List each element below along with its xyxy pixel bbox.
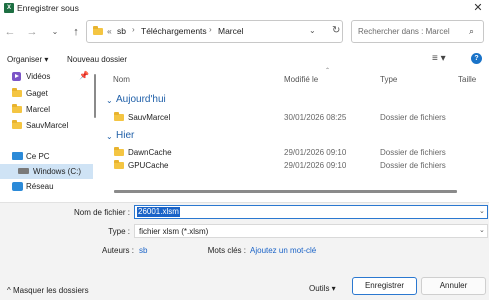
file-date: 29/01/2026 09:10 [284, 161, 347, 170]
sidebar-item-videos[interactable]: Vidéos 📌 [0, 69, 93, 84]
pc-icon [12, 152, 23, 160]
drive-icon [18, 168, 29, 174]
sidebar-item-ce-pc[interactable]: Ce PC [0, 149, 93, 164]
file-date: 30/01/2026 08:25 [284, 113, 347, 122]
network-icon [12, 182, 23, 191]
excel-icon: X [4, 3, 14, 13]
folder-icon [114, 160, 124, 169]
address-bar[interactable]: « sb › Téléchargements › Marcel ⌄ ↻ [86, 20, 343, 43]
search-input[interactable]: Rechercher dans : Marcel ⌕ [351, 20, 484, 43]
sidebar-item-marcel[interactable]: Marcel [0, 102, 93, 117]
authors-field[interactable]: sb [139, 246, 147, 255]
video-icon [12, 72, 21, 81]
sidebar-item-windows-c[interactable]: Windows (C:) [0, 164, 93, 179]
back-arrow-icon[interactable]: ← [3, 25, 17, 39]
folder-icon [114, 112, 124, 121]
column-header-name[interactable]: Nom [113, 75, 130, 84]
file-name: SauvMarcel [128, 113, 171, 122]
tags-field[interactable]: Ajoutez un mot-clé [250, 246, 316, 255]
chevron-down-icon[interactable]: ⌄ [479, 207, 485, 215]
file-row[interactable]: DawnCache 29/01/2026 09:10 Dossier de fi… [101, 146, 489, 159]
file-row[interactable]: SauvMarcel 30/01/2026 08:25 Dossier de f… [101, 111, 489, 124]
folder-icon [114, 147, 124, 156]
sidebar-item-sauvmarcel[interactable]: SauvMarcel [0, 118, 93, 133]
group-collapse-chevron-icon[interactable]: ⌄ [106, 96, 113, 105]
group-header-today[interactable]: Aujourd'hui [116, 94, 166, 105]
column-header-type[interactable]: Type [380, 75, 397, 84]
file-type: Dossier de fichiers [380, 161, 446, 170]
save-button[interactable]: Enregistrer [352, 277, 417, 295]
group-collapse-chevron-icon[interactable]: ⌄ [106, 132, 113, 141]
window-title: Enregistrer sous [17, 3, 79, 13]
breadcrumb-item-marcel[interactable]: Marcel [218, 26, 244, 36]
sidebar-item-label: Marcel [26, 105, 51, 114]
filename-value: 26001.xlsm [137, 207, 180, 217]
sidebar-item-label: Vidéos [26, 72, 51, 81]
file-type: Dossier de fichiers [380, 148, 446, 157]
file-type: Dossier de fichiers [380, 113, 446, 122]
group-header-yesterday[interactable]: Hier [116, 130, 134, 141]
file-name: DawnCache [128, 148, 172, 157]
type-label: Type : [108, 227, 130, 236]
sidebar-item-gaget[interactable]: Gaget [0, 86, 93, 101]
new-folder-button[interactable]: Nouveau dossier [67, 55, 127, 64]
cancel-button[interactable]: Annuler [421, 277, 486, 295]
column-header-modified[interactable]: Modifié le [284, 75, 318, 84]
title-bar: X Enregistrer sous ✕ [0, 0, 489, 16]
sidebar-item-label: Réseau [26, 182, 54, 191]
pin-icon: 📌 [79, 71, 89, 80]
tags-label: Mots clés : [207, 246, 246, 255]
breadcrumb-item-sb[interactable]: sb [117, 26, 126, 36]
refresh-icon[interactable]: ↻ [332, 25, 340, 36]
file-date: 29/01/2026 09:10 [284, 148, 347, 157]
folder-icon [12, 88, 22, 97]
chevron-down-icon[interactable]: ⌄ [309, 26, 316, 35]
navigation-pane: Vidéos 📌 Gaget Marcel SauvMarcel Ce PC W… [0, 67, 100, 202]
column-header-size[interactable]: Taille [458, 75, 476, 84]
search-icon[interactable]: ⌕ [469, 26, 474, 37]
sidebar-scrollbar[interactable] [94, 74, 96, 118]
sidebar-item-label: Windows (C:) [33, 167, 82, 176]
breadcrumb-item-telechargements[interactable]: Téléchargements [141, 26, 207, 36]
chevron-down-icon[interactable]: ⌄ [479, 226, 485, 234]
view-options-icon[interactable]: ≡ ▾ [432, 53, 446, 64]
file-row[interactable]: GPUCache 29/01/2026 09:10 Dossier de fic… [101, 159, 489, 172]
help-icon[interactable]: ? [471, 53, 482, 64]
breadcrumb-separator: › [132, 25, 135, 34]
folder-icon [12, 120, 22, 129]
breadcrumb-overflow[interactable]: « [107, 26, 112, 36]
file-type-select[interactable]: fichier xlsm (*.xlsm) ⌄ [134, 224, 488, 238]
search-placeholder: Rechercher dans : Marcel [358, 27, 450, 36]
file-list: Nom Modifié le Type Taille ⌄ Aujourd'hui… [101, 67, 489, 202]
filename-label: Nom de fichier : [73, 208, 130, 217]
sidebar-item-label: Gaget [26, 89, 48, 98]
horizontal-scrollbar[interactable] [114, 190, 457, 193]
breadcrumb-separator: › [209, 25, 212, 34]
organiser-button[interactable]: Organiser ▾ [7, 55, 48, 64]
authors-label: Auteurs : [101, 246, 134, 255]
sidebar-item-label: Ce PC [26, 152, 50, 161]
close-button[interactable]: ✕ [470, 1, 486, 15]
folder-icon [93, 26, 103, 35]
filename-field[interactable]: 26001.xlsm ⌄ [134, 205, 488, 219]
file-name: GPUCache [128, 161, 169, 170]
up-arrow-icon[interactable]: ↑ [69, 25, 83, 39]
hide-folders-toggle[interactable]: ^ Masquer les dossiers [7, 286, 89, 295]
recent-locations-chevron-icon[interactable]: ⌄ [48, 25, 62, 39]
sidebar-item-reseau[interactable]: Réseau [0, 179, 93, 194]
file-type-value: fichier xlsm (*.xlsm) [139, 227, 209, 236]
folder-icon [12, 104, 22, 113]
forward-arrow-icon[interactable]: → [25, 25, 39, 39]
tools-button[interactable]: Outils ▾ [309, 284, 336, 293]
sort-indicator-icon: ⌃ [325, 68, 331, 74]
sidebar-item-label: SauvMarcel [26, 121, 69, 130]
